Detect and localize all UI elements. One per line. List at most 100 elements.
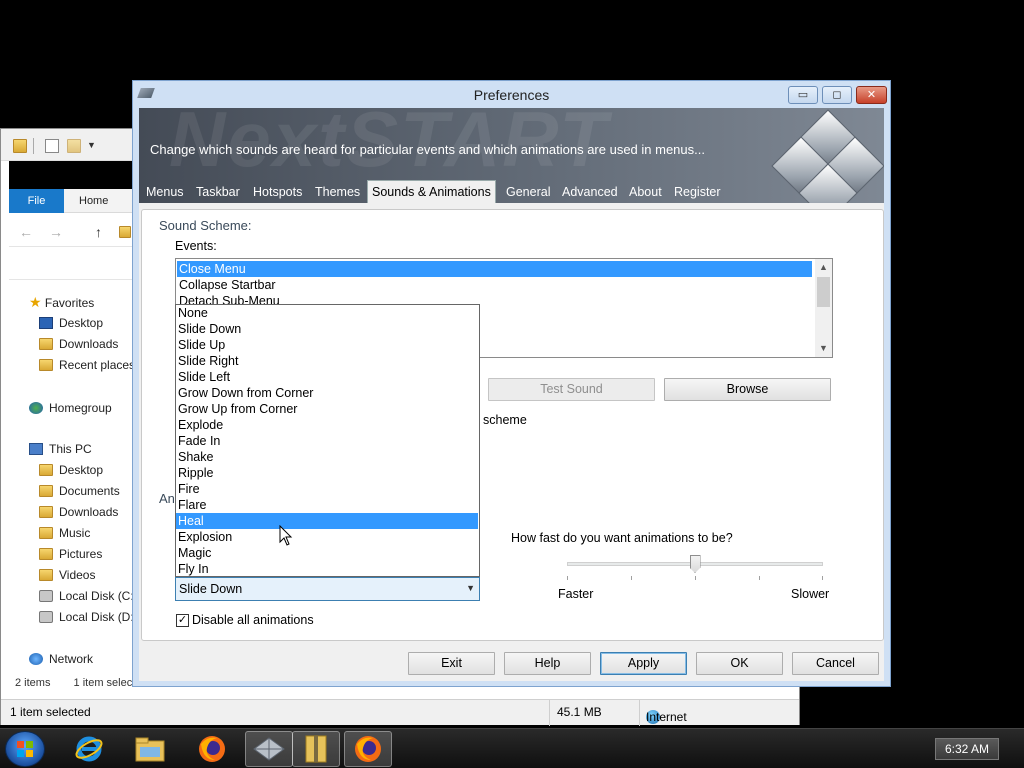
window-title: Preferences (473, 87, 550, 103)
status-bar: 1 item selected 45.1 MB Internet (1, 699, 799, 726)
tab-register[interactable]: Register (671, 183, 724, 203)
tab-menus[interactable]: Menus (143, 183, 187, 203)
exit-button[interactable]: Exit (408, 652, 495, 675)
scroll-up-icon[interactable]: ▲ (815, 259, 832, 276)
nav-pc-local-disk-c[interactable]: Local Disk (C: (39, 587, 134, 605)
maximize-button[interactable]: ◻ (822, 86, 852, 104)
slider-tick (759, 576, 760, 580)
dropdown-option[interactable]: Slide Left (176, 369, 478, 385)
nav-fav-downloads[interactable]: Downloads (39, 335, 118, 353)
disable-animations-label: Disable all animations (192, 613, 314, 627)
dropdown-option[interactable]: Fire (176, 481, 478, 497)
taskbar-internet-explorer[interactable] (65, 731, 113, 767)
dropdown-option[interactable]: Explode (176, 417, 478, 433)
tab-hotspots[interactable]: Hotspots (250, 183, 305, 203)
tab-themes[interactable]: Themes (312, 183, 363, 203)
taskbar-firefox-2[interactable] (344, 731, 392, 767)
taskbar-nextstart[interactable] (245, 731, 293, 767)
windows-logo-icon (17, 741, 33, 757)
up-icon[interactable]: ↑ (95, 224, 102, 240)
nav-favorites[interactable]: ★ Favorites (29, 293, 94, 311)
events-scrollbar[interactable]: ▲ ▼ (815, 259, 832, 357)
taskbar-file-explorer[interactable] (126, 731, 174, 767)
forward-icon[interactable]: → (49, 224, 63, 240)
tab-sounds-animations[interactable]: Sounds & Animations (367, 180, 496, 203)
list-item[interactable]: Close Menu (177, 261, 812, 277)
chevron-down-icon[interactable]: ▼ (87, 140, 96, 154)
nav-this-pc[interactable]: This PC (29, 440, 92, 458)
disable-animations-checkbox[interactable]: ✓ (176, 614, 189, 627)
dropdown-option[interactable]: Heal (176, 513, 478, 529)
nav-pc-music[interactable]: Music (39, 524, 90, 542)
speed-question: How fast do you want animations to be? (511, 531, 733, 545)
system-clock[interactable]: 6:32 AM (935, 738, 999, 760)
scroll-thumb[interactable] (817, 277, 830, 307)
dropdown-option[interactable]: Fade In (176, 433, 478, 449)
status-bar-top: 2 items 1 item selected (15, 677, 148, 689)
nav-homegroup[interactable]: Homegroup (29, 399, 112, 417)
ok-button[interactable]: OK (696, 652, 783, 675)
dropdown-option[interactable]: Slide Down (176, 321, 478, 337)
folder-icon (39, 527, 53, 539)
slider-tick (695, 576, 696, 580)
dropdown-option[interactable]: Grow Down from Corner (176, 385, 478, 401)
start-button[interactable] (5, 731, 45, 767)
scroll-down-icon[interactable]: ▼ (815, 340, 832, 357)
minimize-button[interactable]: ▭ (788, 86, 818, 104)
nav-fav-desktop[interactable]: Desktop (39, 314, 103, 332)
dropdown-option[interactable]: Explosion (176, 529, 478, 545)
folder-icon[interactable] (13, 139, 27, 153)
taskbar-firefox[interactable] (188, 731, 236, 767)
status-size: 45.1 MB (557, 705, 602, 719)
nav-fav-recent[interactable]: Recent places (39, 356, 135, 374)
chevron-down-icon[interactable]: ▼ (466, 583, 475, 593)
cancel-button[interactable]: Cancel (792, 652, 879, 675)
dropdown-option[interactable]: Grow Up from Corner (176, 401, 478, 417)
nav-pc-desktop[interactable]: Desktop (39, 461, 103, 479)
nav-network[interactable]: Network (29, 650, 93, 668)
tab-advanced[interactable]: Advanced (559, 183, 621, 203)
animation-dropdown-list[interactable]: None Slide Down Slide Up Slide Right Slide L… (175, 304, 480, 577)
properties-icon[interactable] (45, 139, 59, 153)
nav-pc-local-disk-d[interactable]: Local Disk (D: (39, 608, 134, 626)
new-folder-icon[interactable] (67, 139, 81, 153)
tab-strip: Menus Taskbar Hotspots Themes Sounds & A… (139, 180, 884, 203)
dropdown-option[interactable]: None (176, 305, 478, 321)
network-icon (29, 653, 43, 665)
nextstart-icon (253, 737, 285, 761)
animations-label: An (159, 491, 175, 506)
folder-icon (39, 506, 53, 518)
title-bar[interactable]: Preferences ▭ ◻ ✕ (133, 81, 890, 108)
nav-pc-pictures[interactable]: Pictures (39, 545, 102, 563)
tab-general[interactable]: General (503, 183, 553, 203)
tab-taskbar[interactable]: Taskbar (193, 183, 243, 203)
tab-about[interactable]: About (626, 183, 665, 203)
dropdown-option[interactable]: Ripple (176, 465, 478, 481)
dropdown-option[interactable]: Slide Right (176, 353, 478, 369)
speed-slider-thumb[interactable] (689, 555, 701, 573)
apply-button[interactable]: Apply (600, 652, 687, 675)
archive-icon (305, 735, 327, 763)
tab-file[interactable]: File (9, 189, 64, 213)
back-icon[interactable]: ← (19, 224, 33, 240)
animation-combo-box[interactable]: Slide Down ▼ (175, 577, 480, 601)
browse-button[interactable]: Browse (664, 378, 831, 401)
toolbar-separator (33, 138, 34, 154)
help-button[interactable]: Help (504, 652, 591, 675)
dropdown-option[interactable]: Shake (176, 449, 478, 465)
nav-pc-videos[interactable]: Videos (39, 566, 95, 584)
list-item[interactable]: Collapse Startbar (177, 277, 276, 293)
events-label: Events: (175, 239, 217, 253)
test-sound-button[interactable]: Test Sound (488, 378, 655, 401)
slider-tick (822, 576, 823, 580)
tab-home[interactable]: Home (79, 189, 108, 213)
nav-pc-documents[interactable]: Documents (39, 482, 120, 500)
folder-icon (39, 569, 53, 581)
taskbar-archive[interactable] (292, 731, 340, 767)
dropdown-option[interactable]: Fly In (176, 561, 478, 577)
dropdown-option[interactable]: Slide Up (176, 337, 478, 353)
close-button[interactable]: ✕ (856, 86, 887, 104)
dropdown-option[interactable]: Flare (176, 497, 478, 513)
nav-pc-downloads[interactable]: Downloads (39, 503, 118, 521)
dropdown-option[interactable]: Magic (176, 545, 478, 561)
